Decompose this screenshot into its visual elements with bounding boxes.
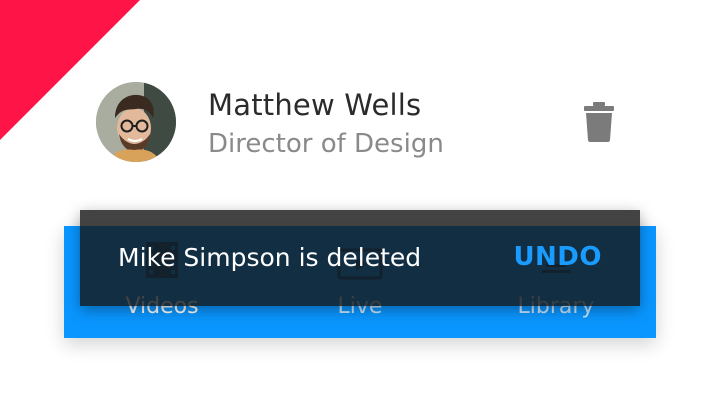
undo-button[interactable]: UNDO [513, 242, 602, 272]
trash-icon[interactable] [582, 102, 616, 142]
contact-list-item[interactable]: Matthew Wells Director of Design [96, 80, 636, 170]
snackbar-message: Mike Simpson is deleted [118, 243, 422, 272]
avatar [96, 82, 176, 162]
contact-name: Matthew Wells [208, 88, 422, 122]
snackbar: Mike Simpson is deleted UNDO [80, 210, 640, 306]
avatar-photo [96, 82, 176, 162]
contact-title: Director of Design [208, 129, 444, 159]
